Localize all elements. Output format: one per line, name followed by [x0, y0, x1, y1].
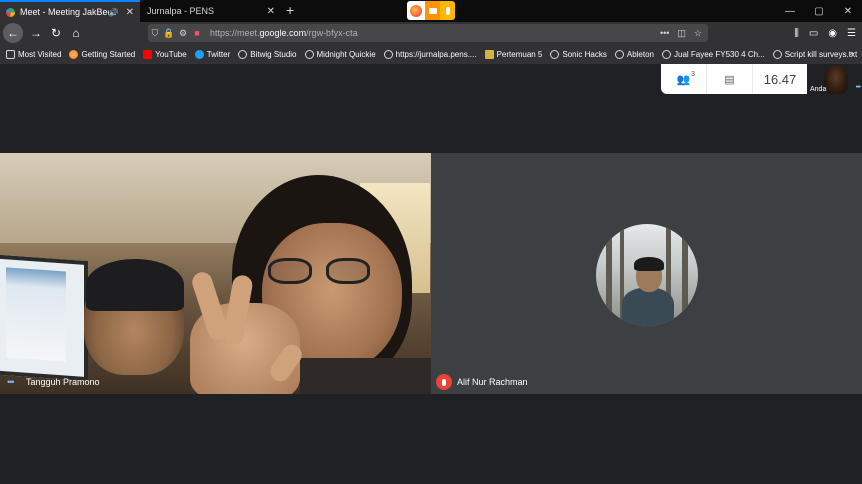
- url-prefix: https://meet.: [210, 28, 260, 38]
- bookmark-label: Jual Fayee FY530 4 Ch...: [674, 49, 765, 59]
- tab-meet[interactable]: Meet - Meeting JakBee 🔊 ✕: [0, 0, 140, 22]
- minimize-button[interactable]: —: [774, 0, 806, 22]
- people-icon: 👥: [676, 73, 691, 86]
- globe-icon: [304, 49, 314, 59]
- bookmark-item[interactable]: Midnight Quickie: [304, 49, 376, 59]
- participant-avatar: [596, 224, 698, 326]
- bookmark-label: Bitwig Studio: [250, 49, 297, 59]
- video-laptop: [0, 254, 88, 382]
- bookmark-label: YouTube: [155, 49, 187, 59]
- menu-icon[interactable]: ☰: [847, 28, 856, 39]
- bookmark-item[interactable]: Ableton: [614, 49, 654, 59]
- bookmark-item[interactable]: Bitwig Studio: [238, 49, 297, 59]
- maximize-button[interactable]: ▢: [803, 0, 835, 22]
- camera-permission-icon[interactable]: ■: [190, 28, 204, 38]
- self-view-tile[interactable]: Anda •••: [808, 64, 862, 94]
- bookmark-label: Script kill surveys.txt: [784, 49, 858, 59]
- lock-icon[interactable]: 🔒: [162, 28, 176, 39]
- speaker-icon[interactable]: 🔊: [109, 8, 119, 17]
- back-button[interactable]: ←: [3, 23, 23, 43]
- library-icon[interactable]: ⫼: [794, 28, 799, 39]
- chat-button[interactable]: ▤: [707, 64, 753, 94]
- bookmark-item[interactable]: Sonic Hacks: [550, 49, 607, 59]
- meeting-info-panel: 👥 3 ▤ 16.47: [661, 64, 807, 94]
- globe-icon: [238, 49, 248, 59]
- gear-icon: [6, 49, 15, 59]
- bookmark-item[interactable]: Twitter: [194, 49, 231, 59]
- url-path: /rgw-bfyx-cta: [306, 28, 358, 38]
- tab-strip: Meet - Meeting JakBee 🔊 ✕ Jurnalpa - PEN…: [0, 0, 862, 22]
- bookmark-image-icon: [484, 49, 494, 59]
- firefox-icon: [69, 49, 79, 59]
- url-domain: google.com: [259, 28, 307, 38]
- tab-title: Jurnalpa - PENS: [147, 6, 215, 16]
- bookmark-label: Twitter: [206, 49, 231, 59]
- participant-tile-video[interactable]: [0, 153, 431, 394]
- sidebar-icon[interactable]: ▭: [809, 28, 818, 39]
- bookmarks-overflow-icon[interactable]: »: [849, 48, 854, 58]
- forward-icon[interactable]: →: [26, 23, 46, 43]
- meet-favicon-icon: [6, 7, 15, 17]
- twitter-icon: [194, 49, 204, 59]
- bookmark-item[interactable]: Script kill surveys.txt: [772, 49, 858, 59]
- bookmark-item[interactable]: YouTube: [143, 49, 187, 59]
- microphone-off-icon: [436, 374, 452, 390]
- home-icon[interactable]: ⌂: [66, 23, 86, 43]
- bookmark-label: Ableton: [626, 49, 654, 59]
- bookmark-label: Midnight Quickie: [316, 49, 376, 59]
- pocket-icon[interactable]: ◫: [677, 28, 686, 39]
- toolbar-icons: ⫼ ▭ ◉ ☰: [794, 22, 856, 44]
- participant-name: Tangguh Pramono: [26, 377, 100, 387]
- youtube-icon: [143, 49, 153, 59]
- bookmark-label: https://jurnalpa.pens....: [395, 49, 477, 59]
- video-person: [300, 358, 431, 394]
- tab-jurnalpa[interactable]: Jurnalpa - PENS ✕: [141, 0, 281, 22]
- close-window-button[interactable]: ✕: [832, 0, 862, 22]
- participant-name: Alif Nur Rachman: [457, 377, 528, 387]
- globe-icon: [383, 49, 393, 59]
- new-tab-button[interactable]: +: [286, 2, 294, 18]
- bookmark-item[interactable]: Jual Fayee FY530 4 Ch...: [662, 49, 765, 59]
- participants-button[interactable]: 👥 3: [661, 64, 707, 94]
- bookmark-star-icon[interactable]: ☆: [694, 28, 702, 39]
- firefox-icon: [407, 1, 425, 20]
- self-label: Anda: [810, 86, 827, 93]
- more-options-icon[interactable]: •••: [856, 84, 861, 91]
- microphone-icon: [440, 1, 455, 20]
- bookmark-item[interactable]: Most Visited: [6, 49, 62, 59]
- globe-icon: [662, 49, 671, 59]
- globe-icon: [550, 49, 560, 59]
- bookmark-item[interactable]: https://jurnalpa.pens....: [383, 49, 477, 59]
- close-tab-icon[interactable]: ✕: [126, 7, 134, 18]
- bookmark-label: Pertemuan 5: [496, 49, 543, 59]
- bookmark-label: Getting Started: [81, 49, 136, 59]
- url-text[interactable]: https://meet.google.com/rgw-bfyx-cta: [204, 28, 660, 38]
- meeting-clock: 16.47: [763, 71, 797, 87]
- globe-icon: [614, 49, 624, 59]
- address-bar[interactable]: ⛉ 🔒 ⚙ ■ https://meet.google.com/rgw-bfyx…: [148, 24, 708, 42]
- bookmark-item[interactable]: Getting Started: [69, 49, 136, 59]
- bookmarks-bar: Most Visited Getting Started YouTube Twi…: [0, 44, 862, 64]
- more-options-icon[interactable]: •••: [7, 377, 15, 387]
- camera-icon: [425, 1, 440, 20]
- sharing-indicator[interactable]: [407, 1, 455, 20]
- reload-icon[interactable]: ↻: [46, 23, 66, 43]
- video-person: [86, 259, 184, 311]
- bookmark-item[interactable]: Pertemuan 5: [484, 49, 543, 59]
- bookmark-label: Sonic Hacks: [562, 49, 607, 59]
- page-actions-icon[interactable]: •••: [660, 28, 669, 39]
- video-person: [268, 258, 378, 286]
- permissions-icon[interactable]: ⚙: [176, 28, 190, 39]
- globe-icon: [772, 49, 782, 59]
- participants-count: 3: [691, 71, 695, 78]
- chat-icon: ▤: [724, 73, 735, 86]
- bookmark-label: Most Visited: [18, 49, 62, 59]
- shield-icon[interactable]: ⛉: [148, 28, 162, 39]
- self-video: [824, 66, 848, 94]
- account-icon[interactable]: ◉: [828, 28, 837, 39]
- tab-title: Meet - Meeting JakBee: [20, 7, 109, 17]
- close-tab-icon[interactable]: ✕: [267, 6, 275, 17]
